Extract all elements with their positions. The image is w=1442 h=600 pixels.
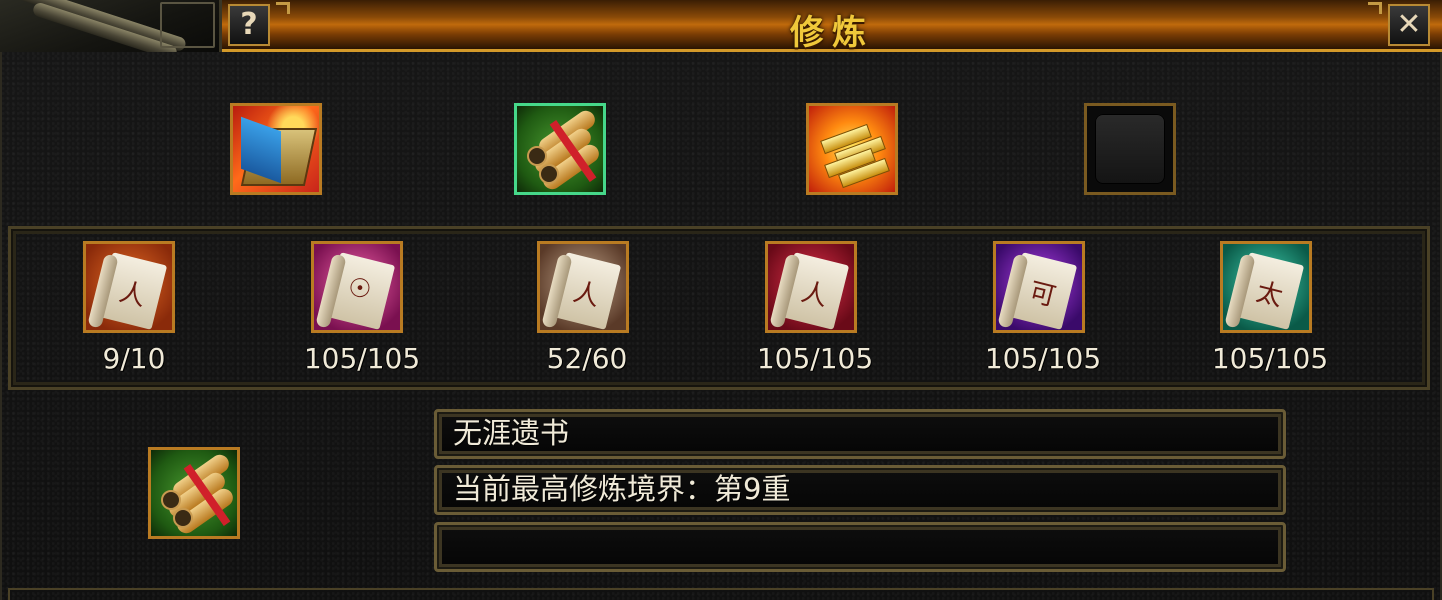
- scroll-count: 52/60: [546, 342, 628, 375]
- corner-decoration: [0, 0, 222, 52]
- cultivation-status-field: 当前最高修炼境界：第9重: [434, 465, 1286, 515]
- scroll-count: 105/105: [984, 342, 1102, 375]
- item-name-field: 无涯遗书: [434, 409, 1286, 459]
- hook-icon: [1368, 2, 1382, 14]
- teal-scroll-icon[interactable]: 太: [1220, 241, 1312, 333]
- scroll-count: 9/10: [102, 342, 166, 375]
- bottom-frame-edge: [8, 588, 1434, 600]
- close-button[interactable]: ✕: [1388, 4, 1430, 46]
- scroll-count: 105/105: [1211, 342, 1329, 375]
- pink-scroll-icon[interactable]: ☉: [311, 241, 403, 333]
- selected-item-icon: [148, 447, 240, 539]
- empty-slot-icon[interactable]: [1084, 103, 1176, 195]
- scroll-count: 105/105: [303, 342, 421, 375]
- brown-scroll-icon[interactable]: 人: [537, 241, 629, 333]
- gold-bars-icon[interactable]: [806, 103, 898, 195]
- scroll-count: 105/105: [756, 342, 874, 375]
- help-button[interactable]: ?: [228, 4, 270, 46]
- red-book-icon[interactable]: [230, 103, 322, 195]
- purple-scroll-icon[interactable]: 可: [993, 241, 1085, 333]
- orange-scroll-icon[interactable]: 人: [83, 241, 175, 333]
- hook-icon: [276, 2, 290, 14]
- title-bar[interactable]: 修炼: [222, 0, 1442, 53]
- window-title: 修炼: [790, 13, 874, 53]
- red-scroll-icon[interactable]: 人: [765, 241, 857, 333]
- extra-info-field: [434, 522, 1286, 572]
- scroll-bundle-icon[interactable]: [514, 103, 606, 195]
